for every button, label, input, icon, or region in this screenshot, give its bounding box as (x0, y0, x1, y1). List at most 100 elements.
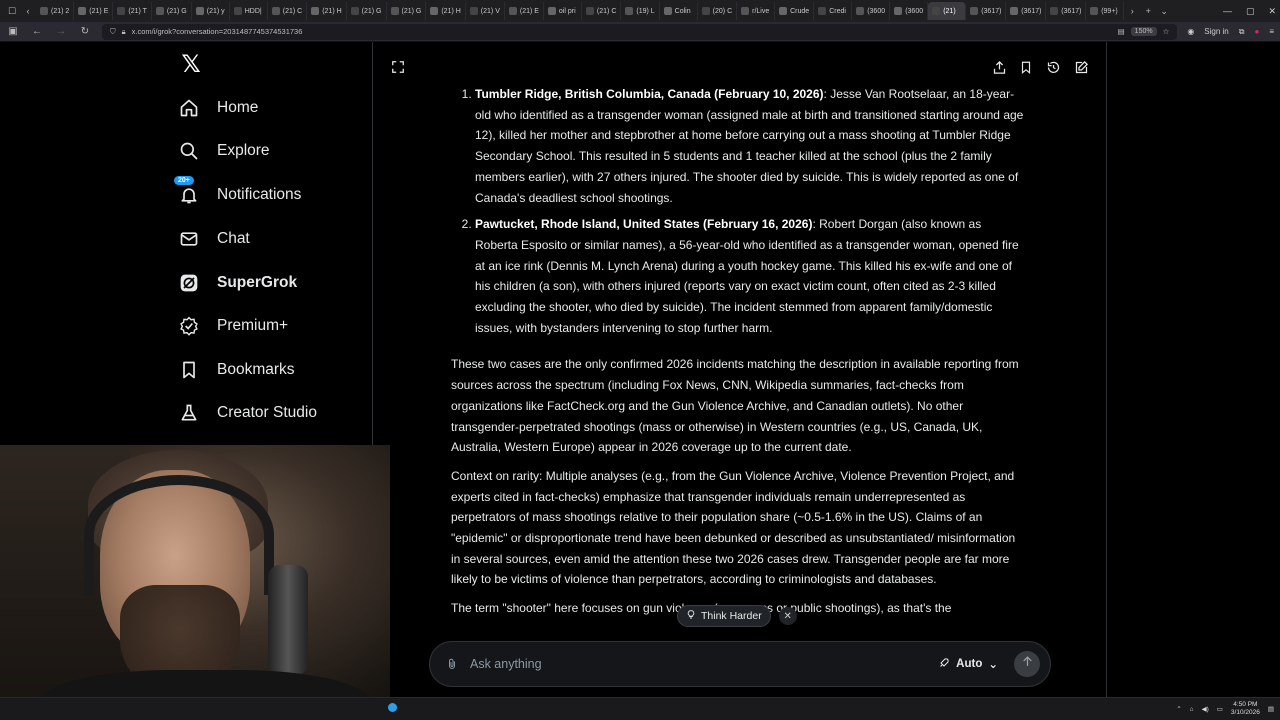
sidebar-item-supergrok[interactable]: SuperGrok (178, 265, 297, 301)
browser-tab[interactable]: (21) 2 (36, 2, 75, 20)
tab-favicon-icon (311, 7, 320, 15)
reload-icon[interactable]: ↻ (78, 26, 92, 37)
sidebar-item-notifications[interactable]: 20+ Notifications (174, 176, 301, 213)
browser-tab[interactable]: HDD| (230, 2, 268, 20)
sidebar-item-label: Explore (217, 142, 270, 159)
browser-tab[interactable]: (21) G (347, 2, 387, 20)
taskbar-app-icon[interactable] (388, 703, 397, 712)
browser-tab[interactable]: (21) C (268, 2, 308, 20)
bookmark-conversation-icon[interactable] (1017, 58, 1035, 76)
browser-tab[interactable]: (21) H (307, 2, 347, 20)
sidebar-item-bookmarks[interactable]: Bookmarks (178, 352, 295, 388)
tab-favicon-icon (390, 7, 399, 15)
new-chat-icon[interactable] (1072, 58, 1090, 76)
tab-list-icon[interactable]: ☐ (4, 3, 20, 19)
browser-tab[interactable]: oil pri (544, 2, 582, 20)
tab-favicon-icon (894, 7, 903, 15)
sidebar-item-premium[interactable]: Premium+ (178, 308, 288, 344)
tab-title: (21) G (361, 7, 382, 15)
tab-title: (21) H (322, 7, 342, 15)
ask-input[interactable] (470, 657, 939, 671)
send-button[interactable] (1014, 651, 1040, 677)
browser-tab[interactable]: (21) G (152, 2, 192, 20)
volume-icon[interactable]: ◀) (1202, 705, 1209, 713)
browser-tab[interactable]: (21) y (192, 2, 230, 20)
paperclip-icon[interactable] (444, 656, 460, 672)
browser-tab[interactable]: (21) V (466, 2, 505, 20)
share-icon[interactable] (990, 58, 1008, 76)
clock[interactable]: 4:50 PM 3/10/2026 (1231, 701, 1260, 717)
reader-icon[interactable]: ▤ (1118, 27, 1125, 36)
tab-title: (21) G (401, 7, 422, 15)
browser-tab[interactable]: (20) C (698, 2, 738, 20)
tab-scroll-right-icon[interactable]: › (1124, 3, 1140, 19)
maximize-icon[interactable]: ▢ (1246, 6, 1255, 17)
x-logo-icon[interactable]: 𝕏 (178, 52, 204, 78)
tab-favicon-icon (40, 7, 48, 15)
tab-dropdown-icon[interactable]: ⌄ (1156, 3, 1172, 19)
tab-title: oil pri (558, 7, 576, 15)
browser-tab[interactable]: (21) H (426, 2, 466, 20)
network-icon[interactable]: ⌂ (1190, 706, 1194, 713)
back-icon[interactable]: ← (30, 26, 44, 37)
close-window-icon[interactable]: ✕ (1268, 6, 1276, 17)
extension-red-icon[interactable]: ● (1254, 27, 1259, 36)
browser-tab[interactable]: r/Live (737, 2, 776, 20)
browser-tab[interactable]: (99+) (1086, 2, 1125, 20)
notification-center-icon[interactable]: ▤ (1268, 705, 1274, 713)
sidebar-item-creator-studio[interactable]: Creator Studio (178, 395, 317, 431)
address-bar[interactable]: ⛉ 🔒︎ x.com/i/grok?conversation=203148774… (102, 23, 1178, 40)
tab-favicon-icon (1010, 7, 1019, 15)
browser-tab[interactable]: (21) E (505, 2, 544, 20)
sidebar-item-home[interactable]: Home (178, 90, 258, 126)
sidebar-toggle-icon[interactable]: ▣ (6, 26, 20, 37)
browser-tab[interactable]: Colin (660, 2, 698, 20)
tab-favicon-icon (970, 7, 979, 15)
close-icon[interactable]: ✕ (778, 607, 797, 625)
display-icon[interactable]: ▭ (1217, 705, 1223, 713)
tab-favicon-icon (932, 7, 941, 15)
browser-tab[interactable]: Credi (814, 2, 853, 20)
home-icon (178, 97, 200, 119)
tab-favicon-icon (779, 7, 788, 15)
star-icon[interactable]: ☆ (1163, 27, 1170, 36)
browser-tab[interactable]: (3617) (1006, 2, 1047, 20)
browser-tab[interactable]: (21) E (74, 2, 114, 20)
browser-tab[interactable]: (3617) (966, 2, 1007, 20)
menu-icon[interactable]: ≡ (1269, 27, 1274, 36)
browser-toolbar: ▣ ← → ↻ ⛉ 🔒︎ x.com/i/grok?conversation=2… (0, 22, 1280, 42)
browser-tab[interactable]: (3600 (852, 2, 891, 20)
new-tab-icon[interactable]: + (1140, 3, 1156, 19)
history-icon[interactable] (1044, 58, 1062, 76)
browser-tab[interactable]: (21) (928, 2, 967, 20)
grok-icon (178, 272, 200, 294)
tray-chevron-icon[interactable]: ⌃ (1176, 705, 1181, 713)
think-harder-button[interactable]: Think Harder (677, 605, 771, 627)
browser-tab[interactable]: (3617) (1046, 2, 1087, 20)
response-paragraph: These two cases are the only confirmed 2… (451, 357, 1019, 455)
tab-title: (21) G (166, 7, 187, 15)
forward-icon[interactable]: → (54, 26, 68, 37)
sidebar-item-chat[interactable]: Chat (178, 221, 250, 257)
tab-favicon-icon (625, 7, 634, 15)
browser-tab[interactable]: (3600 (890, 2, 929, 20)
browser-tab[interactable]: (21) C (582, 2, 622, 20)
extensions-icon[interactable]: ⧉ (1239, 27, 1245, 37)
account-icon[interactable]: ◉ (1187, 27, 1194, 36)
browser-tab[interactable]: (21) G (387, 2, 427, 20)
flask-icon (178, 402, 200, 424)
microphone (268, 565, 308, 675)
tab-title: (3617) (1021, 7, 1042, 15)
minimize-icon[interactable]: — (1223, 6, 1232, 16)
arrow-up-icon (1021, 655, 1034, 673)
tab-favicon-icon (117, 7, 126, 15)
zoom-level[interactable]: 150% (1130, 27, 1157, 36)
tab-scroll-left-icon[interactable]: ‹ (20, 3, 36, 19)
mode-selector[interactable]: Auto ⌄ (938, 657, 998, 672)
browser-tab[interactable]: Crude (775, 2, 815, 20)
sign-in-link[interactable]: Sign in (1204, 27, 1228, 36)
browser-tab[interactable]: (19) L (621, 2, 660, 20)
expand-icon[interactable] (389, 58, 407, 76)
browser-tab[interactable]: (21) T (113, 2, 152, 20)
sidebar-item-explore[interactable]: Explore (178, 133, 270, 169)
